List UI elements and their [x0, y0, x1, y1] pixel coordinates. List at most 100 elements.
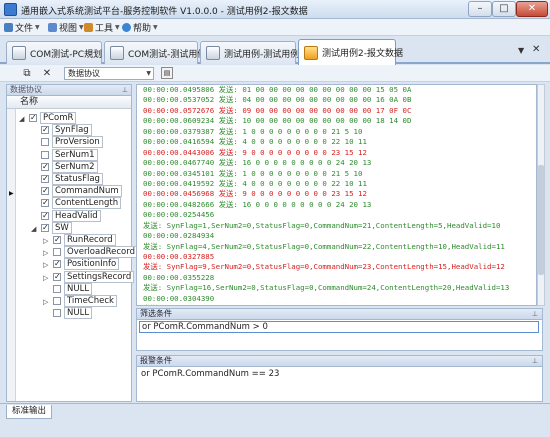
tree-checkbox[interactable]: ✓ — [41, 223, 49, 232]
menu-help[interactable]: 帮助 ▼ — [122, 21, 158, 34]
collapsed-icon[interactable]: ▷ — [43, 272, 48, 284]
log-line: 00:00:00.0304390 — [143, 293, 215, 303]
log-line: 00:00:00.0495806 发送: 01 00 00 00 00 00 0… — [143, 85, 412, 94]
tree-row[interactable]: NULL — [7, 307, 131, 320]
tree-checkbox[interactable]: ✓ — [41, 187, 49, 196]
log-line: 00:00:00.0284934 — [143, 231, 215, 241]
tree-row[interactable]: ▷ ✓ PositionInfo — [7, 258, 131, 271]
tree-row[interactable]: ◢ ✓ SW — [7, 221, 131, 235]
tree-row[interactable]: ◢ ✓ PComR — [7, 112, 131, 124]
log-line: 00:00:00.0467740 发送: 16 0 0 0 0 0 0 0 0 … — [143, 158, 372, 168]
pin-icon[interactable]: ⊥ — [122, 85, 128, 95]
tab-com-pc-plan[interactable]: COM测试-PC規划 — [6, 41, 102, 64]
tree-row[interactable]: ▷ ✓ SettingsRecord — [7, 270, 135, 284]
alarm-condition-input[interactable]: or PComR.CommandNum == 23 — [139, 369, 539, 381]
tree-checkbox[interactable]: ✓ — [41, 126, 49, 135]
tree-checkbox[interactable]: ✓ — [53, 260, 61, 269]
log-line: 00:00:00.0537052 发送: 04 00 00 00 00 00 0… — [143, 95, 412, 105]
tab-label: COM测试-测试用例 — [128, 49, 207, 60]
tree-item-label: RunRecord — [64, 234, 116, 246]
tree-checkbox[interactable] — [41, 150, 49, 159]
tree-row[interactable]: ✓ HeadValid — [7, 209, 131, 222]
delete-icon[interactable]: ✕ — [40, 67, 54, 80]
collapsed-icon[interactable]: ▷ — [43, 235, 48, 247]
tree-checkbox[interactable]: ✓ — [41, 211, 49, 220]
tree-item-label: OverloadRecord — [64, 246, 138, 259]
pin-icon[interactable]: ⊥ — [532, 356, 538, 366]
tree-row[interactable]: ✓ ContentLength — [7, 197, 131, 210]
filter-title: 筛选条件 — [140, 309, 172, 318]
tree-checkbox[interactable] — [41, 138, 49, 147]
tree-item-label: StatusFlag — [52, 173, 103, 185]
minimize-button[interactable]: – — [468, 1, 492, 17]
scrollbar-thumb[interactable] — [538, 165, 544, 275]
tree-row[interactable]: ▷ TimeCheck — [7, 295, 131, 307]
tree-item-label: SerNum2 — [52, 160, 98, 173]
alarm-title: 报警条件 — [140, 356, 172, 365]
tab-test-case-2[interactable]: 测试用例-测试用例2 — [200, 41, 305, 64]
help-icon — [122, 23, 131, 32]
tab-label: 测试用例-测试用例2 — [224, 49, 305, 60]
close-tab-icon[interactable]: ✕ — [532, 44, 540, 55]
app-icon — [4, 3, 17, 16]
protocol-select[interactable]: 数据协议 ▼ — [64, 67, 154, 80]
tree-row[interactable]: ✓ SynFlag — [7, 124, 131, 137]
copy-icon[interactable]: ⧉ — [20, 67, 34, 80]
tabs-dropdown-icon[interactable]: ▼ — [518, 46, 524, 55]
expanded-icon[interactable]: ◢ — [31, 223, 36, 235]
tree-checkbox[interactable]: ✓ — [53, 272, 61, 281]
column-header-name[interactable]: 名称 — [7, 96, 131, 109]
tree-row[interactable]: ✓ SerNum2 — [7, 160, 131, 173]
log-line: 00:00:00.0482666 发送: 16 0 0 0 0 0 0 0 0 … — [143, 199, 372, 209]
tree-item-label: ContentLength — [52, 197, 122, 210]
tree-checkbox[interactable] — [53, 248, 61, 257]
chevron-down-icon: ▼ — [146, 70, 151, 77]
filter-condition-input[interactable]: or PComR.CommandNum > 0 — [139, 321, 539, 333]
maximize-button[interactable]: □ — [492, 1, 516, 17]
expanded-icon[interactable]: ◢ — [19, 113, 24, 125]
tree-item-label: NULL — [64, 282, 93, 295]
log-line: 00:00:00.0609234 发送: 10 00 00 00 00 00 0… — [143, 116, 412, 126]
chevron-down-icon: ▼ — [79, 24, 84, 31]
menu-tools[interactable]: 工具 ▼ — [84, 21, 120, 34]
menu-help-label: 帮助 — [133, 24, 152, 34]
document-icon — [206, 46, 220, 60]
filter-panel: 筛选条件 ⊥ or PComR.CommandNum > 0 — [136, 308, 543, 351]
panel-header: 报警条件 ⊥ — [137, 356, 542, 367]
tree-row[interactable]: NULL — [7, 282, 131, 295]
log-scrollbar[interactable] — [537, 84, 545, 306]
tree-checkbox[interactable] — [53, 297, 61, 305]
collapsed-icon[interactable]: ▷ — [43, 247, 48, 259]
tree-row[interactable]: ProVersion — [7, 136, 131, 149]
tree-checkbox[interactable]: ✓ — [41, 175, 49, 183]
tree-checkbox[interactable] — [53, 284, 61, 293]
view-icon — [48, 23, 57, 32]
tab-standard-output[interactable]: 标准输出 — [6, 405, 53, 419]
tree-row[interactable]: ▶ ✓ CommandNum — [7, 185, 131, 198]
tree-checkbox[interactable]: ✓ — [53, 236, 61, 244]
menu-file[interactable]: 文件 ▼ — [4, 21, 40, 34]
tree-checkbox[interactable]: ✓ — [29, 114, 37, 122]
tree-row[interactable]: SerNum1 — [7, 148, 131, 161]
pin-icon[interactable]: ⊥ — [532, 309, 538, 319]
close-button[interactable]: ✕ — [516, 1, 548, 17]
window-title: 通用嵌入式系统测试平台-服务控制软件 V1.0.0.0 - 测试用例2-报文数据 — [21, 7, 308, 17]
log-line: 00:00:00.0355228 — [143, 272, 215, 282]
tree-checkbox[interactable] — [53, 309, 61, 318]
log-line: 发送: SynFlag=16,SerNum2=0,StatusFlag=0,Co… — [143, 283, 510, 293]
collapsed-icon[interactable]: ▷ — [43, 259, 48, 271]
collapsed-icon[interactable]: ▷ — [43, 296, 48, 308]
tree-row[interactable]: ▷ ✓ RunRecord — [7, 234, 131, 246]
menu-view[interactable]: 视图 ▼ — [48, 21, 84, 34]
print-icon[interactable]: ▤ — [161, 67, 173, 79]
tab-com-test-case[interactable]: COM测试-测试用例 — [104, 41, 206, 64]
menu-bar: 文件 ▼ 视图 ▼ 工具 ▼ 帮助 ▼ — [0, 19, 550, 36]
tree-checkbox[interactable]: ✓ — [41, 162, 49, 171]
tree-row[interactable]: ▷ OverloadRecord — [7, 246, 138, 259]
toolbar: ⧉ ✕ 数据协议 ▼ ▤ — [0, 65, 550, 82]
tree-row[interactable]: ✓ StatusFlag — [7, 173, 131, 185]
tab-message-data[interactable]: 测试用例2-报文数据 — [298, 39, 403, 65]
panel-header: 数据协议 ⊥ — [7, 85, 131, 96]
tree-checkbox[interactable]: ✓ — [41, 199, 49, 208]
panel-header: 筛选条件 ⊥ — [137, 309, 542, 320]
